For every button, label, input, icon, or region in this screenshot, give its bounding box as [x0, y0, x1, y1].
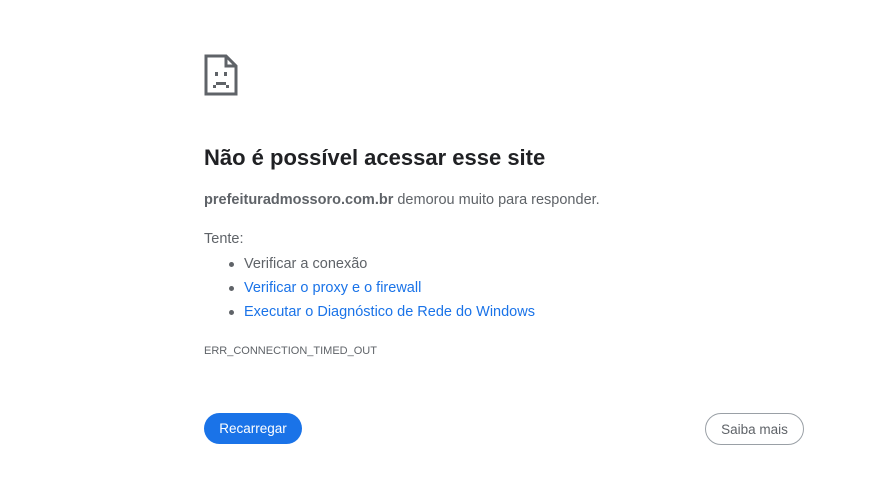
details-button[interactable]: Saiba mais: [705, 413, 804, 445]
suggestion-network-diagnostics: Executar o Diagnóstico de Rede do Window…: [204, 300, 535, 324]
suggestion-label: Verificar a conexão: [244, 256, 368, 272]
suggestion-check-proxy: Verificar o proxy e o firewall: [204, 276, 535, 300]
bullet-icon: [229, 310, 234, 315]
error-code: ERR_CONNECTION_TIMED_OUT: [204, 345, 377, 357]
bullet-icon: [229, 262, 234, 267]
bullet-icon: [229, 286, 234, 291]
network-diagnostics-link[interactable]: Executar o Diagnóstico de Rede do Window…: [244, 304, 535, 320]
sad-page-icon: [204, 54, 238, 96]
page-title: Não é possível acessar esse site: [204, 145, 546, 170]
check-proxy-link[interactable]: Verificar o proxy e o firewall: [244, 280, 421, 296]
summary-text: demorou muito para responder.: [393, 192, 600, 208]
error-page: Não é possível acessar esse site prefeit…: [0, 0, 893, 497]
suggestion-check-connection: Verificar a conexão: [204, 252, 535, 276]
error-summary: prefeituradmossoro.com.br demorou muito …: [204, 192, 600, 208]
host-name: prefeituradmossoro.com.br: [204, 192, 394, 208]
reload-button[interactable]: Recarregar: [204, 413, 302, 444]
try-label: Tente:: [204, 231, 244, 247]
suggestions-list: Verificar a conexão Verificar o proxy e …: [204, 252, 535, 324]
